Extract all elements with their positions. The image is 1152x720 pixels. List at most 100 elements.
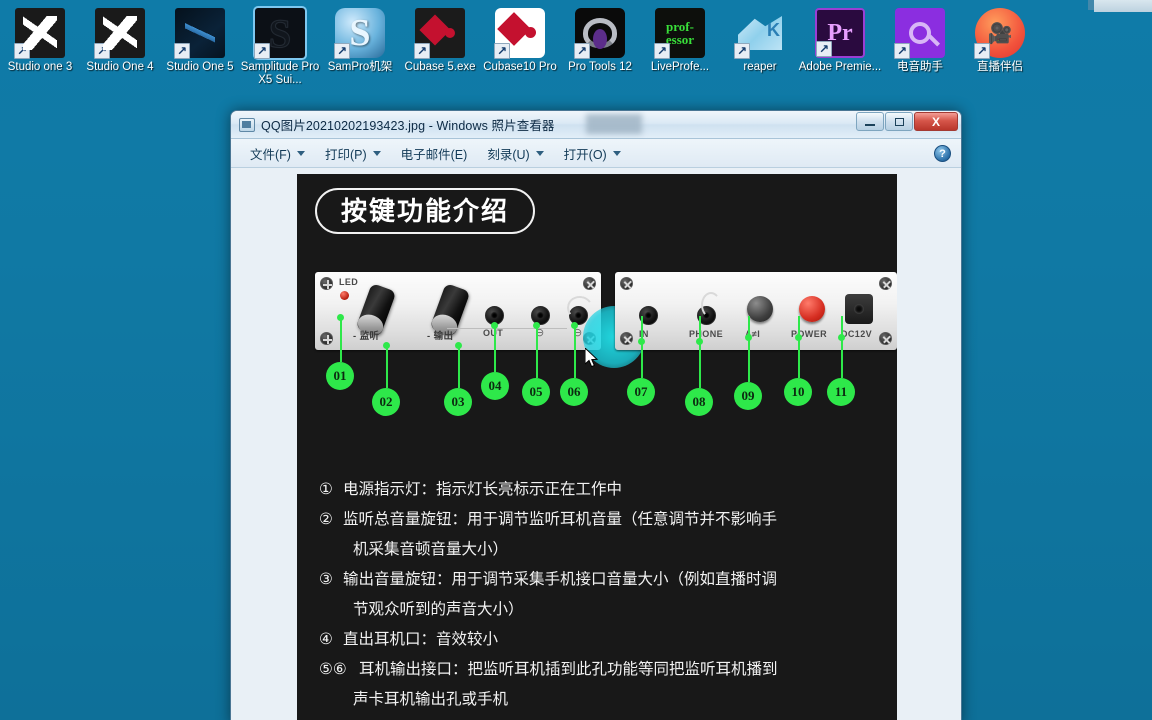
callout-leader [699, 316, 701, 388]
studio-one-5-icon [174, 8, 225, 59]
cable-curve [701, 292, 721, 318]
desktop-icon-label: Studio One 5 [166, 61, 234, 73]
photo-viewer-window[interactable]: QQ图片20210202193423.jpg - Windows 照片查看器 X… [230, 110, 962, 720]
power-led [340, 291, 349, 300]
magnifier-icon [909, 22, 931, 44]
liveprofessor-line2: essor [665, 32, 695, 47]
callout-leader [458, 346, 460, 388]
dc12v-jack [845, 294, 873, 324]
menu-item-file[interactable]: 文件(F) [241, 142, 314, 165]
menu-label: 电子邮件(E) [400, 147, 468, 162]
callout-badge-04: 04 [481, 372, 509, 400]
device-diagram: LED - 监听 - 输出 OUT ⊖ ⊖ [297, 272, 897, 416]
desktop-icon-cubase10[interactable]: Cubase10 Pro [480, 4, 560, 74]
studio-one-4-icon [94, 8, 145, 59]
close-button[interactable]: X [914, 112, 958, 131]
window-controls: X [856, 112, 958, 131]
screw-icon [583, 277, 596, 290]
desktop-icon-dianyin-zhushou[interactable]: 电音助手 [880, 4, 960, 74]
shortcut-arrow-icon [734, 43, 750, 59]
description-continuation: 机采集音顿音量大小） [353, 540, 509, 558]
screw-icon [879, 277, 892, 290]
desktop-icon-sampro[interactable]: S SamPro机架 [320, 4, 400, 74]
description-item-3: ③ 输出音量旋钮：用于调节采集手机接口音量大小（例如直播时调 [319, 564, 881, 594]
description-text: 直出耳机口：音效较小 [343, 630, 499, 648]
chevron-down-icon [612, 150, 621, 156]
menu-item-print[interactable]: 打印(P) [316, 142, 390, 165]
shortcut-arrow-icon [974, 43, 990, 59]
callout-badge-03: 03 [444, 388, 472, 416]
desktop-icon-label: 直播伴侣 [977, 61, 1023, 73]
callout-badge-05: 05 [522, 378, 550, 406]
desktop-icon-reaper[interactable]: K reaper [720, 4, 800, 74]
screw-icon [620, 277, 633, 290]
description-text: 电源指示灯：指示灯长亮标示正在工作中 [343, 480, 623, 498]
sampro-glyph: S [349, 12, 371, 54]
description-number: ④ [319, 630, 333, 648]
shortcut-arrow-icon [334, 43, 350, 59]
callout-leader [798, 316, 800, 378]
desktop-icon-samplitude[interactable]: S Samplitude Pro X5 Sui... [240, 4, 320, 87]
shortcut-arrow-icon [254, 43, 270, 59]
window-menubar: 文件(F) 打印(P) 电子邮件(E) 刻录(U) 打开(O) ? [231, 139, 961, 168]
cubase5-icon [414, 8, 465, 59]
help-icon[interactable]: ? [934, 145, 951, 162]
titlebar-blur-artifact [586, 114, 642, 134]
window-titlebar[interactable]: QQ图片20210202193423.jpg - Windows 照片查看器 X [231, 111, 961, 139]
menu-label: 文件(F) [250, 147, 291, 162]
screw-icon [620, 332, 633, 345]
adobe-premiere-icon: Pr [815, 8, 865, 58]
maximize-button[interactable] [885, 112, 913, 131]
description-number: ⑦ [319, 714, 343, 720]
callout-badge-01: 01 [326, 362, 354, 390]
callout-badge-10: 10 [784, 378, 812, 406]
description-item-7: ⑦ 音频输入：声卡或声转换器音频采集信号接口 [319, 714, 881, 720]
samplitude-icon: S [254, 8, 305, 59]
samplitude-glyph: S [268, 10, 292, 56]
screw-icon [879, 332, 892, 345]
chevron-down-icon [296, 150, 305, 156]
desktop-icon-premiere[interactable]: Pr Adobe Premie... [799, 4, 881, 74]
desktop-icon-label: LiveProfe... [650, 61, 710, 73]
desktop-icon-studio-one-3[interactable]: Studio one 3 [0, 4, 80, 74]
description-item-4: ④ 直出耳机口：音效较小 [319, 624, 881, 654]
camera-glyph: 🎥 [987, 22, 1013, 45]
menu-label: 刻录(U) [487, 147, 530, 162]
desktop-icon-cubase5[interactable]: Cubase 5.exe [400, 4, 480, 74]
callout-badge-06: 06 [560, 378, 588, 406]
shortcut-arrow-icon [494, 43, 510, 59]
menu-item-email[interactable]: 电子邮件(E) [392, 142, 477, 165]
image-heading: 按键功能介绍 [315, 188, 536, 234]
desktop-icon-label: Studio One 4 [86, 61, 154, 73]
desktop-icon-row: Studio one 3 Studio One 4 Studio One 5 S… [0, 4, 1152, 87]
device-front-panel: LED - 监听 - 输出 OUT ⊖ ⊖ [315, 272, 645, 368]
description-number: ③ [319, 570, 333, 588]
callout-leader [841, 316, 843, 378]
description-text: 输出音量旋钮：用于调节采集手机接口音量大小（例如直播时调 [343, 570, 778, 588]
description-item-5-6: ⑤⑥ 耳机输出接口：把监听耳机插到此孔功能等同把监听耳机播到 [319, 654, 881, 684]
reaper-k-glyph: K [767, 20, 780, 40]
screw-icon [320, 277, 333, 290]
desktop-icon-label: Cubase 5.exe [404, 61, 476, 73]
desktop-icon-label: Studio one 3 [7, 61, 73, 73]
image-description-list: ① 电源指示灯：指示灯长亮标示正在工作中 ② 监听总音量旋钮：用于调节监听耳机音… [319, 474, 881, 720]
description-item-1: ① 电源指示灯：指示灯长亮标示正在工作中 [319, 474, 881, 504]
callout-leader [386, 346, 388, 388]
desktop-icon-liveprofessor[interactable]: prof- essor LiveProfe... [640, 4, 720, 74]
desktop-icon-zhibo-banlv[interactable]: 🎥 直播伴侣 [960, 4, 1040, 74]
desktop-icon-label: Samplitude Pro X5 Sui... [240, 61, 320, 86]
menu-item-burn[interactable]: 刻录(U) [478, 142, 552, 165]
led-label: LED [339, 277, 359, 287]
cubase10-icon [494, 8, 545, 59]
desktop-icon-studio-one-5[interactable]: Studio One 5 [160, 4, 240, 74]
desktop-icon-label: Cubase10 Pro [483, 61, 557, 73]
power-button [799, 296, 825, 322]
menu-label: 打印(P) [324, 147, 367, 162]
desktop-icon-studio-one-4[interactable]: Studio One 4 [80, 4, 160, 74]
desktop-icon-pro-tools[interactable]: Pro Tools 12 [560, 4, 640, 74]
displayed-image[interactable]: 按键功能介绍 LED - 监听 - 输出 O [297, 174, 897, 720]
phone-label: PHONE [689, 329, 724, 339]
minimize-button[interactable] [856, 112, 884, 131]
menu-item-open[interactable]: 打开(O) [555, 142, 630, 165]
output-knob-label: - 输出 [427, 331, 454, 342]
